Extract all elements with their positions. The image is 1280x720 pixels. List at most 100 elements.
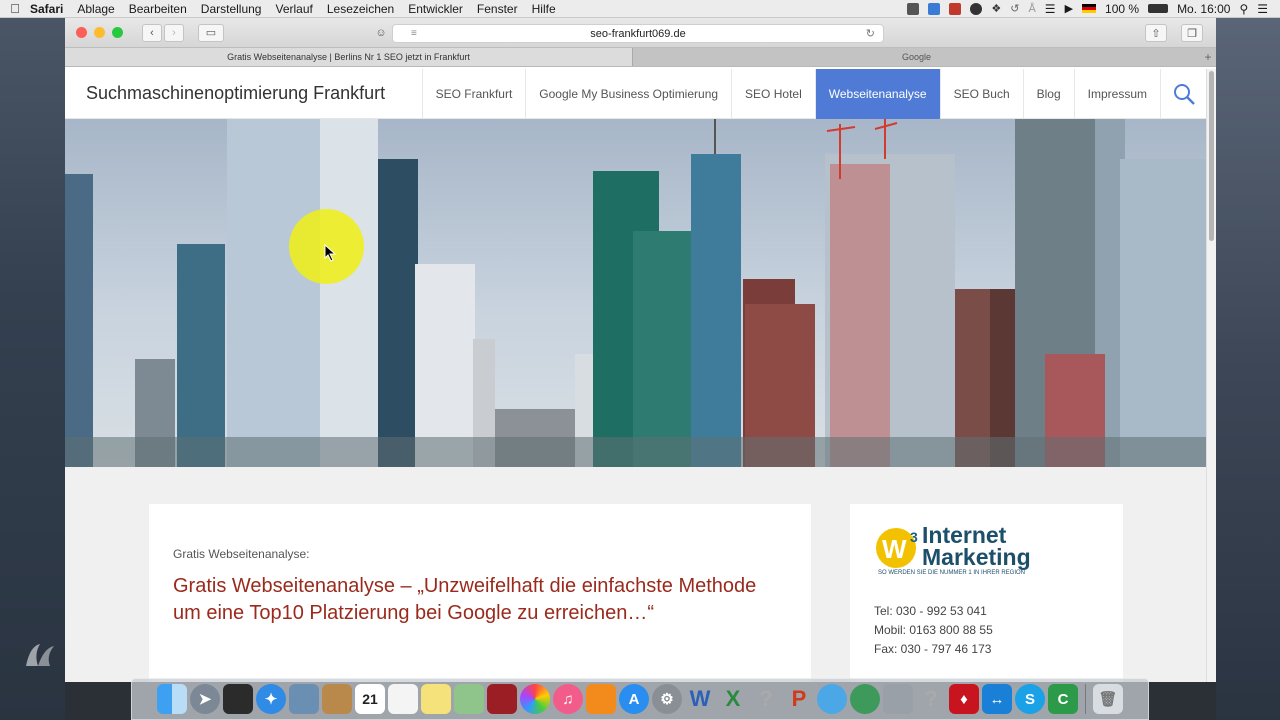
status-recording-icon[interactable] [949, 2, 962, 15]
logo-line-2: Marketing [922, 544, 1031, 570]
status-app-icon[interactable] [907, 2, 920, 15]
article-card: Gratis Webseitenanalyse: Gratis Webseite… [149, 504, 811, 682]
app-store-icon[interactable]: A [619, 684, 649, 714]
apple-menu-icon[interactable]:  [0, 1, 30, 16]
notes-icon[interactable] [421, 684, 451, 714]
address-bar[interactable]: ≡ seo-frankfurt069.de ↻ [392, 24, 884, 43]
excel-icon[interactable]: X [718, 684, 748, 714]
menu-entwickler[interactable]: Entwickler [408, 2, 463, 16]
maps-icon[interactable] [454, 684, 484, 714]
acrobat-icon[interactable]: ♦ [949, 684, 979, 714]
time-machine-icon[interactable]: ↺ [1010, 2, 1019, 15]
unknown-app-icon[interactable]: ? [751, 684, 781, 714]
contacts-icon[interactable] [322, 684, 352, 714]
new-tab-button[interactable]: + [1200, 48, 1216, 66]
network-icon[interactable] [850, 684, 880, 714]
zoom-window-button[interactable] [112, 27, 123, 38]
mouse-cursor-icon [324, 244, 337, 262]
site-title[interactable]: Suchmaschinenoptimierung Frankfurt [86, 83, 385, 104]
volume-icon[interactable]: ▶ [1065, 2, 1073, 15]
hero-image-frankfurt-skyline [65, 119, 1206, 467]
launchpad-icon[interactable]: ➤ [190, 684, 220, 714]
menu-bearbeiten[interactable]: Bearbeiten [129, 2, 187, 16]
dock-separator [1085, 684, 1086, 714]
menu-darstellung[interactable]: Darstellung [201, 2, 262, 16]
ibooks-icon[interactable] [586, 684, 616, 714]
utility-icon[interactable] [883, 684, 913, 714]
messenger-icon[interactable] [817, 684, 847, 714]
word-icon[interactable]: W [685, 684, 715, 714]
teamviewer-icon[interactable]: ↔ [982, 684, 1012, 714]
spotlight-icon[interactable]: ⚲ [1239, 2, 1248, 16]
safari-window: ‹ › ▭ ☺ ≡ seo-frankfurt069.de ↻ ⇧ ❐ Grat… [65, 18, 1216, 682]
calendar-icon[interactable]: 21 [355, 684, 385, 714]
page-scrollbar[interactable] [1206, 69, 1216, 682]
tabs-overview-button[interactable]: ❐ [1181, 24, 1203, 42]
minimize-window-button[interactable] [94, 27, 105, 38]
menu-verlauf[interactable]: Verlauf [275, 2, 312, 16]
trash-icon[interactable]: 🗑 [1093, 684, 1123, 714]
dock: ➤ ✦ 21 ♫ A ⚙ W X ? P ? ♦ ↔ S C 🗑 [131, 678, 1149, 720]
reader-extension-icon[interactable]: ☺ [371, 24, 391, 42]
photos-icon[interactable] [520, 684, 550, 714]
share-button[interactable]: ⇧ [1145, 24, 1167, 42]
contact-details: Tel: 030 - 992 53 041 Mobil: 0163 800 88… [874, 602, 1123, 659]
close-window-button[interactable] [76, 27, 87, 38]
article-headline[interactable]: Gratis Webseitenanalyse – „Unzweifelhaft… [173, 573, 787, 627]
menu-app-name[interactable]: Safari [30, 2, 63, 16]
unknown-app-icon-2[interactable]: ? [916, 684, 946, 714]
article-kicker: Gratis Webseitenanalyse: [173, 547, 310, 561]
menu-ablage[interactable]: Ablage [77, 2, 114, 16]
contact-mobile: Mobil: 0163 800 88 55 [874, 623, 993, 637]
back-button[interactable]: ‹ [142, 23, 162, 42]
menu-hilfe[interactable]: Hilfe [532, 2, 556, 16]
forward-button[interactable]: › [164, 23, 184, 42]
internet-marketing-logo[interactable]: W 3 Internet Marketing SO WERDEN SIE DIE… [874, 524, 1123, 576]
camtasia-icon[interactable]: C [1048, 684, 1078, 714]
logo-line-1: Internet [922, 522, 1007, 548]
clock[interactable]: Mo. 16:00 [1177, 2, 1230, 16]
scrollbar-thumb[interactable] [1209, 71, 1214, 241]
w3-logo-icon: W 3 [876, 528, 918, 568]
skyline-illustration [65, 119, 1206, 467]
reload-icon[interactable]: ↻ [866, 27, 875, 40]
itunes-icon[interactable]: ♫ [553, 684, 583, 714]
reader-mode-icon[interactable]: ≡ [411, 28, 417, 39]
battery-percent[interactable]: 100 % [1105, 2, 1139, 16]
menu-lesezeichen[interactable]: Lesezeichen [327, 2, 394, 16]
skype-icon[interactable]: S [1015, 684, 1045, 714]
sidebar-toggle-button[interactable]: ▭ [198, 23, 224, 42]
system-preferences-icon[interactable]: ⚙ [652, 684, 682, 714]
contact-fax: Fax: 030 - 797 46 173 [874, 642, 992, 656]
reminders-icon[interactable] [388, 684, 418, 714]
photo-booth-icon[interactable] [487, 684, 517, 714]
nav-blog[interactable]: Blog [1022, 69, 1074, 119]
status-app-icon-2[interactable] [928, 2, 941, 15]
wifi-icon[interactable]: ☰ [1045, 2, 1056, 16]
mac-menubar:  Safari Ablage Bearbeiten Darstellung V… [0, 0, 1280, 18]
preview-icon[interactable] [289, 684, 319, 714]
german-flag-icon[interactable] [1082, 4, 1097, 13]
nav-seo-hotel[interactable]: SEO Hotel [731, 69, 815, 119]
status-app-icon-3[interactable] [970, 2, 983, 15]
nav-seo-buch[interactable]: SEO Buch [939, 69, 1023, 119]
dropbox-icon[interactable]: ❖ [991, 2, 1001, 15]
nav-google-my-business[interactable]: Google My Business Optimierung [525, 69, 731, 119]
notification-center-icon[interactable]: ☰ [1257, 2, 1268, 16]
mission-control-icon[interactable] [223, 684, 253, 714]
tab-google[interactable]: Google [632, 48, 1200, 66]
tab-webseitenanalyse[interactable]: Gratis Webseitenanalyse | Berlins Nr 1 S… [65, 48, 632, 66]
powerpoint-icon[interactable]: P [784, 684, 814, 714]
contact-widget: W 3 Internet Marketing SO WERDEN SIE DIE… [850, 504, 1123, 682]
desktop-background-left [0, 18, 65, 720]
menu-fenster[interactable]: Fenster [477, 2, 518, 16]
search-button[interactable] [1160, 69, 1206, 119]
site-navigation: SEO Frankfurt Google My Business Optimie… [421, 69, 1206, 119]
nav-impressum[interactable]: Impressum [1073, 69, 1160, 119]
finder-icon[interactable] [157, 684, 187, 714]
safari-icon[interactable]: ✦ [256, 684, 286, 714]
nav-webseitenanalyse[interactable]: Webseitenanalyse [814, 69, 940, 119]
bluetooth-icon[interactable]: Å [1028, 3, 1035, 15]
site-header: Suchmaschinenoptimierung Frankfurt SEO F… [65, 69, 1206, 119]
nav-seo-frankfurt[interactable]: SEO Frankfurt [421, 69, 526, 119]
